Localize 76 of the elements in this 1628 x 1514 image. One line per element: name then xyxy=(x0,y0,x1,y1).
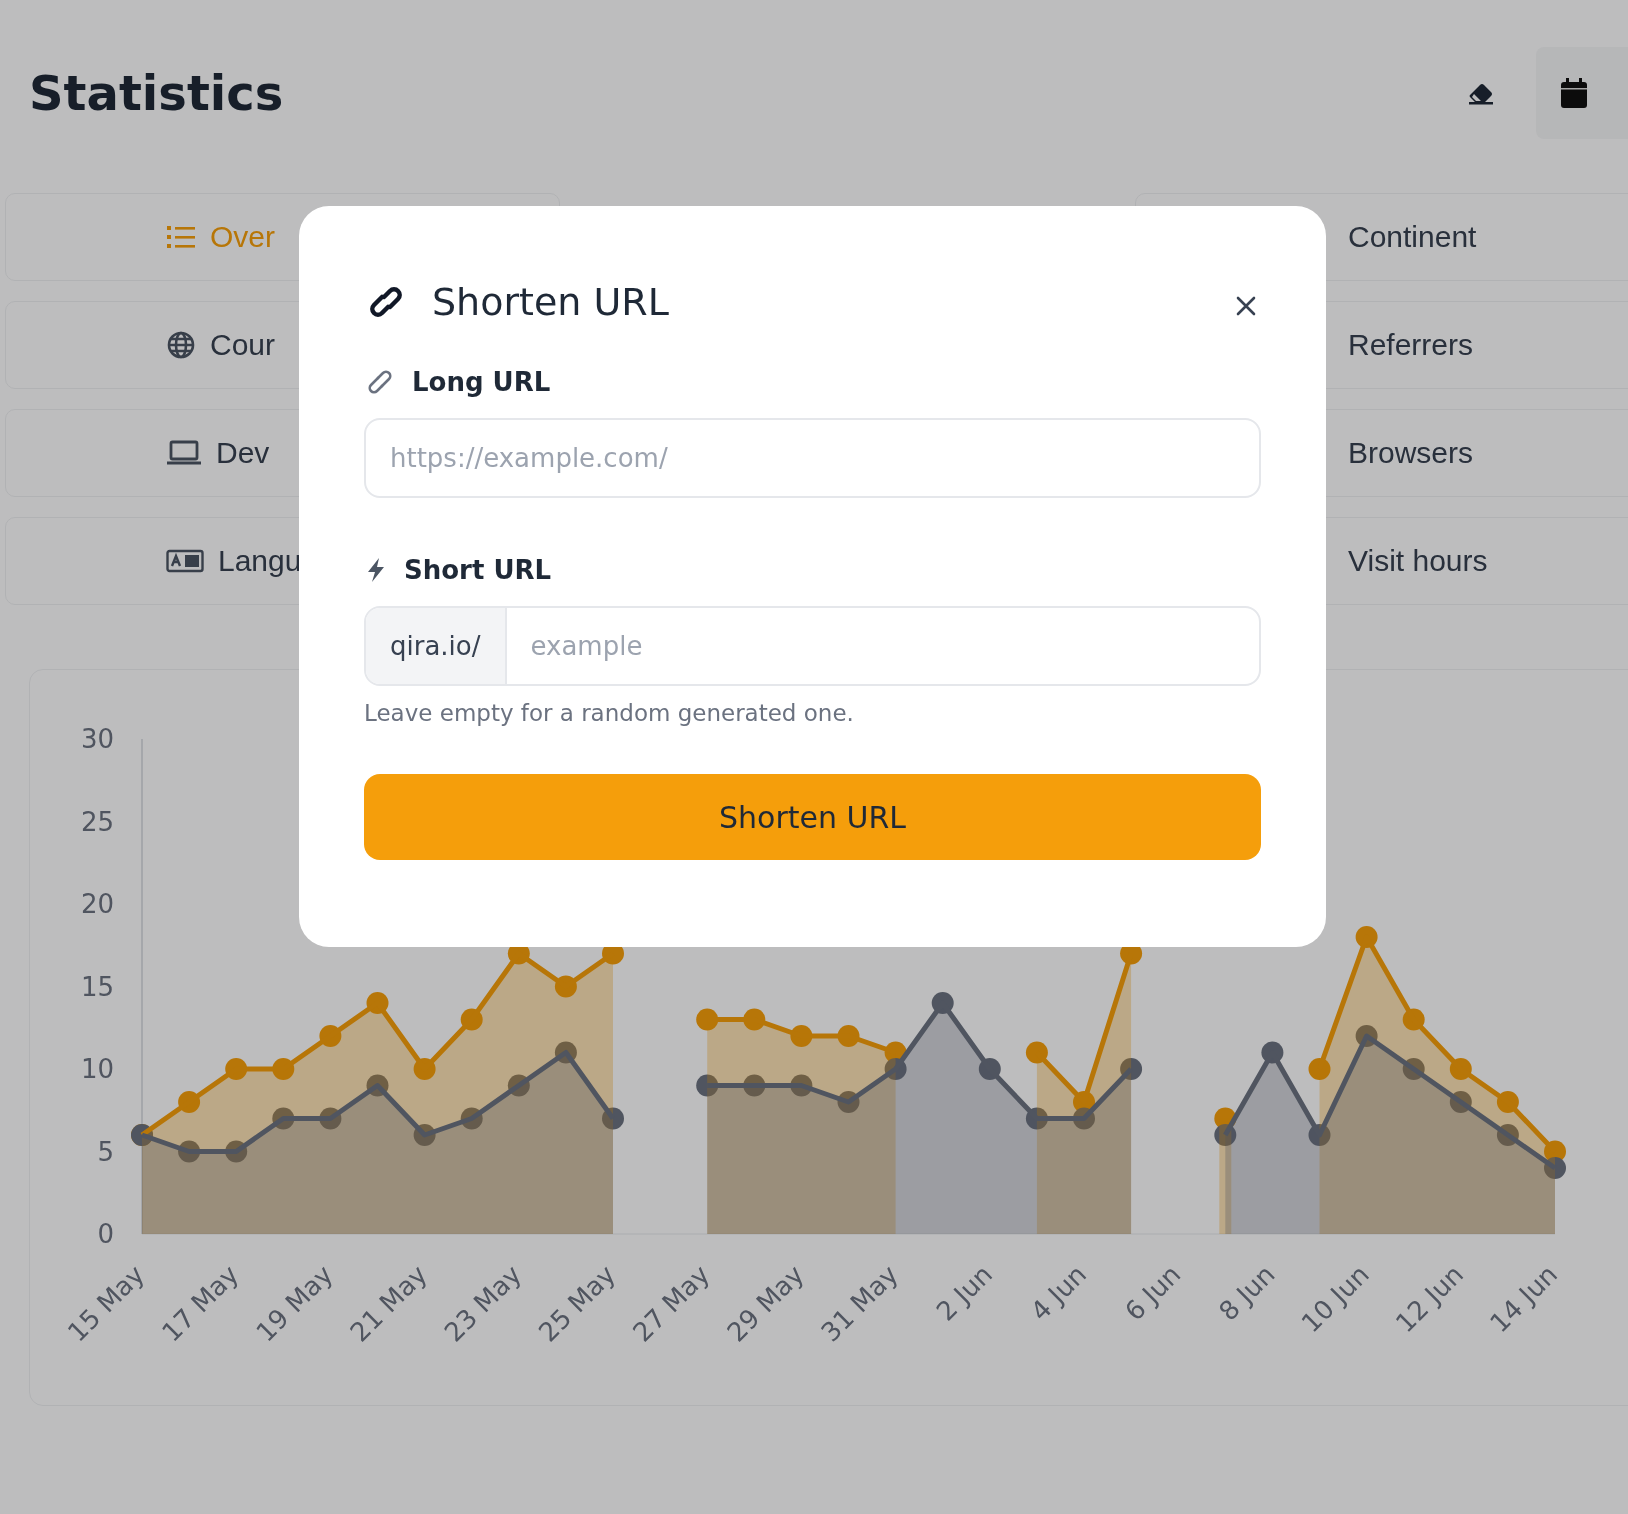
data-point xyxy=(272,1107,295,1130)
data-point xyxy=(1402,1008,1425,1031)
short-url-field[interactable]: example xyxy=(506,608,1259,684)
data-point xyxy=(837,1091,860,1113)
data-point xyxy=(178,1140,201,1163)
x-tick-label: 12 Jun xyxy=(1389,1259,1470,1339)
x-tick-label: 8 Jun xyxy=(1213,1259,1281,1327)
y-tick-label: 15 xyxy=(80,971,114,1002)
data-point xyxy=(837,1025,860,1047)
data-point xyxy=(696,1008,719,1031)
data-point xyxy=(319,1107,342,1130)
x-tick-label: 10 Jun xyxy=(1295,1259,1375,1339)
y-tick-label: 20 xyxy=(80,889,114,919)
data-point xyxy=(790,1025,813,1047)
data-point xyxy=(460,1008,483,1031)
data-point xyxy=(413,1058,436,1080)
calendar-button[interactable] xyxy=(1536,47,1628,139)
data-point xyxy=(178,1091,201,1113)
data-point xyxy=(1496,1091,1519,1113)
data-point xyxy=(1120,1058,1143,1080)
shorten-url-button[interactable]: Shorten URL xyxy=(364,774,1261,860)
data-point xyxy=(978,1058,1001,1080)
help-text: Leave empty for a random generated one. xyxy=(364,700,855,726)
x-tick-label: 6 Jun xyxy=(1118,1259,1187,1327)
data-point xyxy=(1025,1107,1048,1130)
data-point xyxy=(225,1140,248,1163)
x-tick-label: 4 Jun xyxy=(1024,1259,1093,1327)
globe-icon xyxy=(166,330,196,360)
list-icon xyxy=(166,224,196,250)
data-point xyxy=(1544,1157,1566,1179)
data-point xyxy=(413,1124,436,1146)
eraser-icon xyxy=(1466,81,1494,105)
data-point xyxy=(1449,1091,1472,1113)
data-point xyxy=(1402,1058,1425,1080)
data-point xyxy=(931,992,954,1014)
url-input-group[interactable]: qira.io/ example xyxy=(364,606,1261,686)
data-point xyxy=(696,1074,719,1097)
calendar-icon xyxy=(1560,77,1588,109)
data-point xyxy=(554,975,577,998)
data-point xyxy=(1308,1058,1331,1080)
x-tick-label: 14 Jun xyxy=(1484,1259,1564,1339)
data-point xyxy=(1025,1041,1048,1064)
y-tick-label: 10 xyxy=(80,1054,114,1084)
data-point xyxy=(743,1008,766,1031)
data-point xyxy=(1355,926,1378,948)
card-icon xyxy=(166,549,204,573)
data-point xyxy=(366,992,389,1014)
data-point xyxy=(884,1058,907,1080)
y-tick-label: 5 xyxy=(97,1136,114,1167)
data-point xyxy=(272,1058,295,1080)
data-point xyxy=(225,1058,248,1080)
data-point xyxy=(507,1074,530,1097)
data-point xyxy=(1496,1124,1519,1146)
data-point xyxy=(790,1074,813,1097)
data-point xyxy=(366,1074,389,1097)
laptop-icon xyxy=(166,439,202,467)
data-point xyxy=(1261,1041,1284,1064)
page-title: Statistics xyxy=(29,65,284,121)
url-prefix: qira.io/ xyxy=(366,608,507,684)
data-point xyxy=(1073,1107,1095,1130)
y-tick-label: 25 xyxy=(80,806,114,837)
data-point xyxy=(1449,1058,1472,1080)
data-point xyxy=(602,1107,624,1130)
y-tick-label: 0 xyxy=(97,1219,114,1249)
data-point xyxy=(554,1041,577,1064)
x-tick-label: 2 Jun xyxy=(930,1259,999,1327)
data-point xyxy=(460,1107,483,1130)
long-url-field[interactable]: https://example.com/ xyxy=(364,418,1261,498)
field-label: Short URL xyxy=(404,555,552,585)
close-icon xyxy=(1235,295,1257,317)
y-tick-label: 30 xyxy=(80,724,114,754)
data-point xyxy=(319,1025,342,1047)
data-point xyxy=(1355,1025,1378,1047)
data-point xyxy=(743,1074,766,1097)
data-point xyxy=(1214,1124,1237,1146)
data-point xyxy=(1308,1124,1331,1146)
